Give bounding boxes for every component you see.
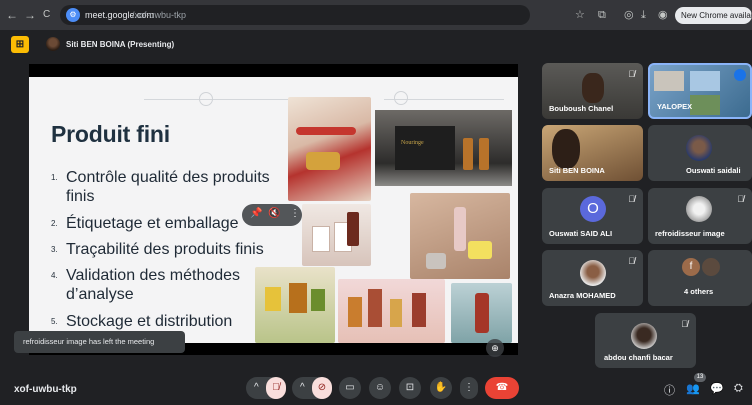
slide-title: Produit fini bbox=[51, 121, 170, 147]
avatar bbox=[686, 135, 712, 161]
decor-circle bbox=[199, 92, 213, 106]
media-icon[interactable]: ◎ bbox=[624, 8, 634, 22]
meeting-code: xof-uwbu-tkp bbox=[14, 384, 77, 395]
chat-icon[interactable]: 💬 bbox=[710, 382, 724, 395]
product-photo-3 bbox=[410, 193, 510, 279]
activities-icon[interactable]: ⛭ bbox=[734, 382, 743, 395]
participant-tile[interactable]: 🎙̸ refroidisseur image bbox=[648, 188, 752, 244]
url-path[interactable]: /xof-uwbu-tkp bbox=[132, 10, 186, 20]
more-options-icon[interactable]: ⋮ bbox=[290, 208, 300, 219]
decor-circle bbox=[394, 91, 408, 105]
zoom-icon[interactable]: ⊕ bbox=[486, 339, 504, 357]
avatar bbox=[686, 196, 712, 222]
meeting-info-icon[interactable]: ⓘ bbox=[664, 382, 675, 398]
bullet-item: 4. Validation des méthodes bbox=[51, 267, 241, 285]
mic-off-icon: 🎙̸ bbox=[628, 69, 635, 79]
participant-name: Anazra MOHAMED bbox=[549, 291, 616, 300]
participant-name: refroidisseur image bbox=[655, 229, 725, 238]
raise-hand-button[interactable]: ✋ bbox=[430, 377, 452, 399]
back-arrow-icon[interactable]: ← bbox=[6, 8, 18, 22]
reload-icon[interactable]: C bbox=[43, 8, 50, 22]
mic-off-icon: 🎙̸ bbox=[628, 256, 635, 266]
product-photo-5 bbox=[338, 279, 445, 343]
site-info-icon[interactable]: ⚙ bbox=[66, 8, 80, 22]
product-box-photo: Nouringe bbox=[375, 110, 512, 186]
avatar bbox=[702, 258, 720, 276]
avatar bbox=[631, 323, 657, 349]
bookmark-star-icon[interactable]: ☆ bbox=[575, 8, 585, 22]
participant-tile[interactable]: Siti BEN BOINA bbox=[542, 125, 643, 181]
forward-arrow-icon[interactable]: → bbox=[24, 8, 36, 22]
chevron-up-icon[interactable]: ^ bbox=[300, 377, 305, 399]
end-call-button[interactable]: ☎ bbox=[485, 377, 519, 399]
people-count-badge: 13 bbox=[694, 373, 706, 382]
people-icon[interactable]: 👥 bbox=[686, 382, 700, 395]
more-options-button[interactable]: ⋮ bbox=[460, 377, 478, 399]
camera-control-group: ^ ⊘ bbox=[292, 377, 332, 399]
participant-name: YALOPEX bbox=[657, 102, 693, 111]
bullet-item: 3. Traçabilité des produits finis bbox=[51, 241, 264, 259]
mic-off-icon: 🎙̸ bbox=[681, 319, 688, 329]
update-chrome-button[interactable]: New Chrome available bbox=[675, 7, 752, 24]
bullet-item-cont: d’analyse bbox=[66, 286, 134, 303]
mic-off-icon: 🎙̸ bbox=[737, 194, 744, 204]
camera-off-button[interactable]: ⊘ bbox=[312, 377, 332, 399]
participant-tile[interactable]: 🎙̸ Anazra MOHAMED bbox=[542, 250, 643, 306]
download-icon[interactable]: ⤓ bbox=[641, 8, 646, 22]
pin-icon[interactable]: 📌 bbox=[250, 208, 262, 219]
participant-tile[interactable]: O 🎙̸ Ouswati SAID ALI bbox=[542, 188, 643, 244]
notification-toast: refroidisseur image has left the meeting bbox=[14, 331, 185, 353]
chevron-up-icon[interactable]: ^ bbox=[254, 377, 259, 399]
participant-tile[interactable]: Ouswati saidali bbox=[648, 125, 752, 181]
participant-tile[interactable]: 🎙̸ abdou chanfi bacar bbox=[595, 313, 696, 368]
product-photo-1 bbox=[288, 97, 371, 201]
mic-off-button[interactable]: 🎙̸ bbox=[266, 377, 286, 399]
mic-off-icon: 🎙̸ bbox=[628, 194, 635, 204]
participant-name: Ouswati SAID ALI bbox=[549, 229, 613, 238]
mic-control-group: ^ 🎙̸ bbox=[246, 377, 286, 399]
participant-name: Siti BEN BOINA bbox=[549, 166, 605, 175]
captions-button[interactable]: ▭ bbox=[339, 377, 361, 399]
participant-tile-speaking[interactable]: YALOPEX bbox=[648, 63, 752, 119]
product-photo-2 bbox=[302, 204, 371, 266]
divider bbox=[144, 99, 294, 100]
participant-name: Bouboush Chanel bbox=[549, 104, 614, 113]
participant-name: Ouswati saidali bbox=[686, 166, 741, 175]
participant-name: abdou chanfi bacar bbox=[604, 353, 673, 362]
avatar bbox=[46, 37, 60, 51]
emoji-button[interactable]: ☺ bbox=[369, 377, 391, 399]
presenter-label: Siti BEN BOINA (Presenting) bbox=[66, 40, 175, 49]
bullet-item: 5. Stockage et distribution bbox=[51, 313, 233, 331]
bullet-item-cont: finis bbox=[66, 188, 95, 205]
avatar: f bbox=[682, 258, 700, 276]
bullet-item: 2. Étiquetage et emballage bbox=[51, 215, 239, 233]
avatar: O bbox=[580, 196, 606, 222]
product-box-label: Nouringe bbox=[401, 140, 424, 146]
browser-toolbar: ← → C ⚙ meet.google.com /xof-uwbu-tkp ☆ … bbox=[0, 0, 752, 30]
mic-off-icon[interactable]: 🔇 bbox=[268, 208, 280, 219]
participant-name: 4 others bbox=[684, 287, 714, 296]
profile-icon[interactable]: ◉ bbox=[658, 8, 668, 22]
tile-hover-controls: 📌 🔇 ⋮ bbox=[242, 204, 302, 226]
present-screen-button[interactable]: ⊡ bbox=[399, 377, 421, 399]
avatar bbox=[580, 260, 606, 286]
extensions-icon[interactable]: ⧉ bbox=[598, 8, 606, 22]
product-photo-6 bbox=[451, 283, 512, 343]
present-icon[interactable]: ⊞ bbox=[11, 36, 29, 53]
bullet-item: 1. Contrôle qualité des produits bbox=[51, 169, 270, 187]
participant-tile[interactable]: 🎙̸ Bouboush Chanel bbox=[542, 63, 643, 119]
product-photo-4 bbox=[255, 267, 335, 343]
participant-tile-group[interactable]: f 4 others bbox=[648, 250, 752, 306]
